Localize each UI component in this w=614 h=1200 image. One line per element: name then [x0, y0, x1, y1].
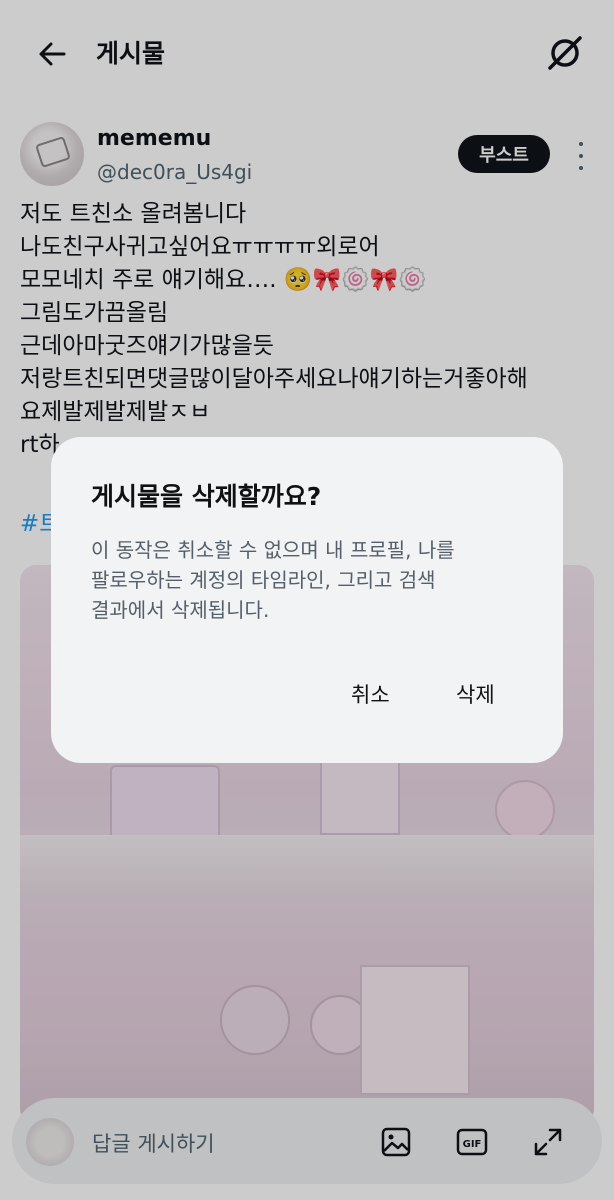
cancel-button[interactable]: 취소	[351, 679, 390, 709]
dialog-message: 이 동작은 취소할 수 없으며 내 프로필, 나를 팔로우하는 계정의 타임라인…	[91, 535, 531, 625]
dialog-title: 게시물을 삭제할까요?	[91, 482, 322, 511]
dialog-message-line: 결과에서 삭제됩니다.	[91, 598, 270, 622]
delete-button[interactable]: 삭제	[456, 679, 495, 709]
delete-confirm-dialog: 게시물을 삭제할까요? 이 동작은 취소할 수 없으며 내 프로필, 나를 팔로…	[51, 437, 563, 763]
dialog-message-line: 이 동작은 취소할 수 없으며 내 프로필, 나를	[91, 538, 455, 562]
dialog-message-line: 팔로우하는 계정의 타임라인, 그리고 검색	[91, 568, 436, 592]
